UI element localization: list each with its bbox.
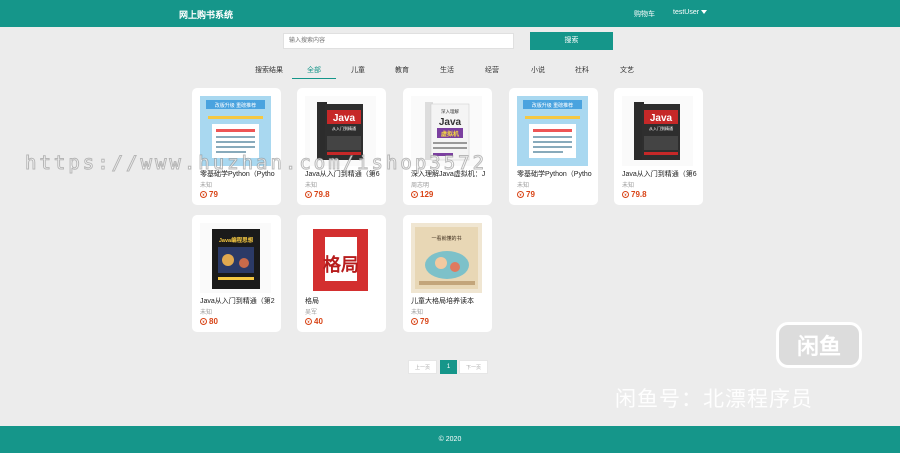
tab-business[interactable]: 经营 <box>485 65 499 75</box>
price-value: 79 <box>420 317 429 326</box>
user-menu[interactable]: testUser <box>673 9 708 16</box>
xianyu-logo-icon: 闲鱼 <box>776 322 862 368</box>
watermark-seller: 闲鱼号：北漂程序员 <box>615 388 813 411</box>
cover-text: Java编程思想 <box>219 236 254 244</box>
cover-text: 虚拟机 <box>441 130 459 138</box>
cover-text: Java <box>650 113 673 124</box>
cover-text: Java <box>333 113 356 124</box>
book-card[interactable]: 一看就懂的书 儿童大格局培养读本 未知 ¥79 <box>403 215 492 332</box>
price-value: 79.8 <box>631 190 647 199</box>
next-page-button[interactable]: 下一页 <box>459 360 488 374</box>
cart-link[interactable]: 购物车 <box>634 9 655 19</box>
cover-text: Java <box>439 117 462 128</box>
book-price: ¥79 <box>411 317 429 326</box>
yen-icon: ¥ <box>305 318 312 326</box>
book-card[interactable]: 深入理解 Java 虚拟机 深入理解Java虚拟机：J 周志明 ¥129 <box>403 88 492 205</box>
category-tabs: 搜索结果 全部 儿童 教育 生活 经营 小说 社科 文艺 <box>250 63 650 79</box>
tab-fiction[interactable]: 小说 <box>531 65 545 75</box>
tab-search-results[interactable]: 搜索结果 <box>255 65 283 75</box>
tab-children[interactable]: 儿童 <box>351 65 365 75</box>
cover-text: 从入门到精通 <box>332 125 356 131</box>
yen-icon: ¥ <box>305 191 312 199</box>
price-value: 40 <box>314 317 323 326</box>
book-price: ¥80 <box>200 317 218 326</box>
tab-all[interactable]: 全部 <box>307 65 321 75</box>
yen-icon: ¥ <box>200 318 207 326</box>
book-title[interactable]: 格局 <box>305 296 381 306</box>
book-author: 未知 <box>305 183 318 189</box>
tab-education[interactable]: 教育 <box>395 65 409 75</box>
search-input[interactable] <box>283 33 514 49</box>
prev-page-button[interactable]: 上一页 <box>408 360 437 374</box>
price-value: 79 <box>209 190 218 199</box>
tab-literature[interactable]: 文艺 <box>620 65 634 75</box>
chevron-down-icon <box>701 10 708 15</box>
yen-icon: ¥ <box>411 318 418 326</box>
cover-text: 改版升级 重磅推荐 <box>532 102 573 109</box>
price-value: 79.8 <box>314 190 330 199</box>
book-price: ¥79.8 <box>305 190 330 199</box>
book-price: ¥79 <box>517 190 535 199</box>
book-cover-image: 改版升级 重磅推荐 <box>517 96 588 166</box>
book-author: 未知 <box>200 183 213 189</box>
price-value: 129 <box>420 190 434 199</box>
watermark-url: https://www.huzhan.com/ishop3572 <box>24 152 488 175</box>
cover-text: 一看就懂的书 <box>431 235 461 242</box>
book-title[interactable]: Java从入门到精通（第6 <box>622 169 698 179</box>
page-1-button[interactable]: 1 <box>440 360 457 374</box>
cover-text: 从入门到精通 <box>649 125 673 131</box>
tab-social-science[interactable]: 社科 <box>575 65 589 75</box>
book-price: ¥129 <box>411 190 433 199</box>
price-value: 79 <box>526 190 535 199</box>
cover-text: 深入理解 <box>441 108 459 115</box>
book-card[interactable]: 改版升级 重磅推荐 零基础学Python（Pytho 未知 ¥79 <box>509 88 598 205</box>
book-title[interactable]: 零基础学Python（Pytho <box>517 169 593 179</box>
book-card[interactable]: Java编程思想 Java从入门到精通（第2 未知 ¥80 <box>192 215 281 332</box>
user-name: testUser <box>673 9 700 16</box>
book-cover-image: 一看就懂的书 <box>411 223 482 293</box>
yen-icon: ¥ <box>622 191 629 199</box>
book-author: 周志明 <box>411 183 430 189</box>
search-button[interactable]: 搜索 <box>530 32 613 50</box>
book-author: 吴军 <box>305 310 318 316</box>
book-title[interactable]: Java从入门到精通（第2 <box>200 296 276 306</box>
yen-icon: ¥ <box>200 191 207 199</box>
book-author: 未知 <box>622 183 635 189</box>
book-price: ¥40 <box>305 317 323 326</box>
yen-icon: ¥ <box>517 191 524 199</box>
book-cover-image: 格局 <box>305 223 376 293</box>
tab-life[interactable]: 生活 <box>440 65 454 75</box>
footer: © 2020 <box>0 426 900 453</box>
book-price: ¥79.8 <box>622 190 647 199</box>
book-card[interactable]: 改版升级 重磅推荐 零基础学Python（Pytho 未知 ¥79 <box>192 88 281 205</box>
copyright-text: © 2020 <box>438 436 462 443</box>
book-author: 未知 <box>200 310 213 316</box>
cover-text: 格局 <box>323 254 359 276</box>
book-card[interactable]: Java 从入门到精通 Java从入门到精通（第6 未知 ¥79.8 <box>614 88 703 205</box>
book-card[interactable]: Java 从入门到精通 Java从入门到精通（第6 未知 ¥79.8 <box>297 88 386 205</box>
price-value: 80 <box>209 317 218 326</box>
book-title[interactable]: 儿童大格局培养读本 <box>411 296 487 306</box>
yen-icon: ¥ <box>411 191 418 199</box>
book-card[interactable]: 格局 格局 吴军 ¥40 <box>297 215 386 332</box>
logo-text: 闲鱼 <box>797 334 841 360</box>
book-cover-image: Java编程思想 <box>200 223 271 293</box>
site-title[interactable]: 网上购书系统 <box>179 8 233 21</box>
book-price: ¥79 <box>200 190 218 199</box>
book-author: 未知 <box>517 183 530 189</box>
book-author: 未知 <box>411 310 424 316</box>
active-tab-indicator <box>292 78 336 79</box>
book-cover-image: Java 从入门到精通 <box>622 96 693 166</box>
top-nav-bar: 网上购书系统 购物车 testUser <box>0 0 900 27</box>
cover-text: 改版升级 重磅推荐 <box>215 102 256 109</box>
